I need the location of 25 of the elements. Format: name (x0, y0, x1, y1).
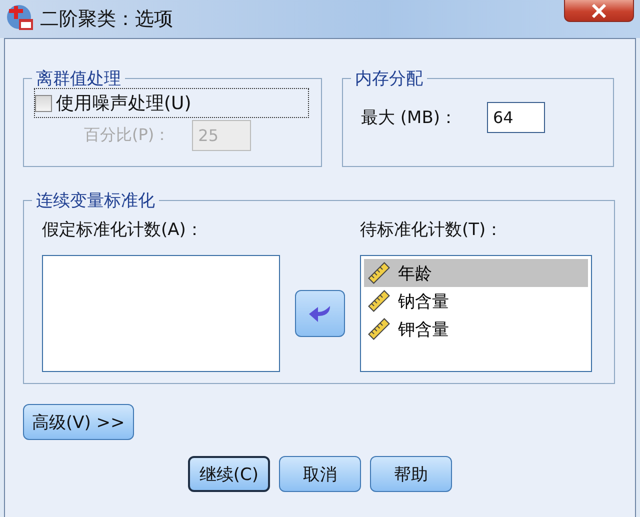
close-icon (591, 4, 607, 18)
checkbox-label: 使用噪声处理(U) (56, 92, 192, 115)
dialog-button[interactable]: 继续(C) (188, 456, 270, 492)
move-button[interactable] (295, 290, 345, 337)
variable-list[interactable]: 年龄 钠含量 钾含量 (360, 255, 592, 372)
max-field[interactable]: 64 (487, 102, 545, 133)
window-title: 二阶聚类：选项 (40, 7, 174, 32)
list-label: 假定标准化计数(A)： (42, 219, 204, 241)
close-button[interactable] (564, 0, 634, 22)
assumed-list[interactable] (42, 255, 280, 372)
noise-checkbox[interactable] (35, 94, 52, 112)
dialog-button[interactable]: 帮助 (370, 456, 452, 492)
group-title: 离群值处理 (35, 68, 122, 90)
max-label: 最大 (MB)： (361, 107, 457, 129)
arrow-icon (308, 304, 332, 324)
group-title: 连续变量标准化 (35, 190, 156, 212)
app-icon (6, 4, 34, 32)
percent-label: 百分比(P)： (84, 125, 170, 146)
group-title: 内存分配 (354, 68, 424, 90)
list-item[interactable]: 钾含量 (364, 315, 588, 343)
dialog-button[interactable]: 取消 (279, 456, 361, 492)
advanced-button[interactable]: 高级(V) >> (23, 404, 134, 440)
list-label: 待标准化计数(T)： (360, 219, 504, 241)
list-item[interactable]: 钠含量 (364, 287, 588, 315)
list-item[interactable]: 年龄 (364, 259, 588, 287)
